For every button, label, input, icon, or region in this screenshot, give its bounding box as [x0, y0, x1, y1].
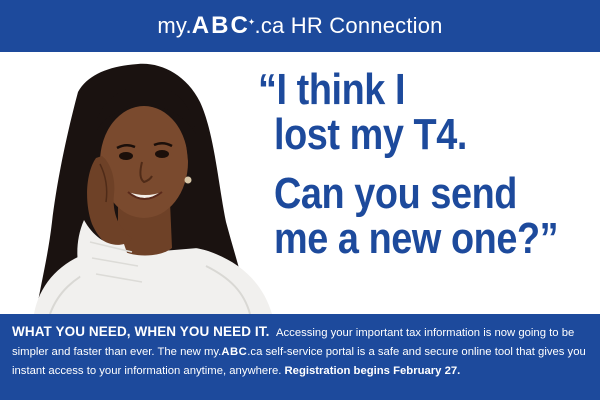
title-prefix: my. [157, 13, 192, 38]
woman-illustration [34, 63, 272, 314]
quote-line-3: Can you send [274, 169, 517, 218]
footer-heading: WHAT YOU NEED, WHEN YOU NEED IT. [12, 324, 270, 339]
quote-block: “I think I lost my T4. Can you send me a… [258, 68, 598, 262]
registration-date: Registration begins February 27. [284, 365, 461, 377]
title-suffix: .ca HR Connection [254, 13, 443, 38]
footer-brand: ABC [221, 346, 248, 358]
footer-banner: WHAT YOU NEED, WHEN YOU NEED IT. Accessi… [0, 314, 600, 400]
quote-line-4: me a new one?” [274, 214, 559, 263]
page-title: my.ABC✦.ca HR Connection [157, 12, 442, 40]
header-banner: my.ABC✦.ca HR Connection [0, 0, 600, 52]
title-brand: ABC [191, 12, 250, 39]
quote-line-2: lost my T4. [274, 110, 467, 159]
woman-photo [0, 52, 300, 314]
quote-line-1: “I think I [258, 65, 406, 114]
